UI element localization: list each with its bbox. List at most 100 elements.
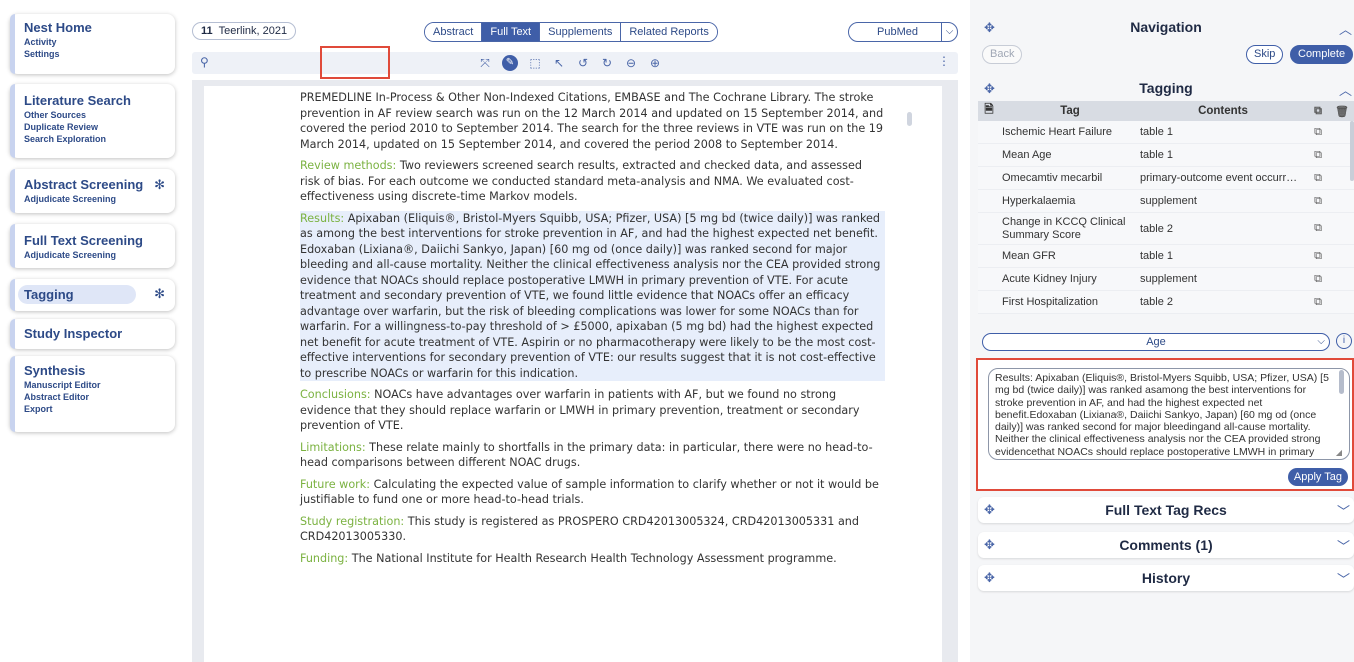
gear-icon[interactable]: ✻ (154, 286, 165, 302)
pointer-icon[interactable]: ↖ (552, 56, 566, 70)
table-row[interactable]: First Hospitalization table 2 ⧉ (978, 291, 1354, 314)
search-icon[interactable]: ⚲ (200, 55, 209, 69)
copy-icon[interactable]: ⧉ (1306, 273, 1330, 286)
copy-icon[interactable]: ⧉ (1306, 105, 1330, 118)
copy-icon[interactable]: ⧉ (1306, 149, 1330, 162)
nav-nest-home[interactable]: Nest Home (24, 19, 167, 36)
paragraph-conclusions: Conclusions: NOACs have advantages over … (300, 387, 885, 434)
nav-other-sources[interactable]: Other Sources (24, 109, 167, 121)
nav-study-inspector[interactable]: Study Inspector (24, 325, 167, 342)
nav-tagging[interactable]: Tagging (18, 285, 136, 304)
nav-manuscript-editor[interactable]: Manuscript Editor (24, 379, 167, 391)
heading-results: Results: (300, 211, 345, 225)
document-header: 11 Teerlink, 2021 Abstract Full Text Sup… (188, 22, 964, 42)
tab-abstract[interactable]: Abstract (425, 23, 483, 41)
resize-handle-icon[interactable]: ◢ (1336, 448, 1342, 457)
nav-abstract-screening[interactable]: Abstract Screening (24, 176, 167, 193)
tab-related-reports[interactable]: Related Reports (621, 23, 717, 41)
pdf-toolbar: ⚲ ⤧ ✎ ⬚ ↖ ↺ ↻ ⊖ ⊕ ⋮ (192, 52, 958, 74)
nav-export[interactable]: Export (24, 403, 167, 415)
table-row[interactable]: Mean GFR table 1 ⧉ (978, 245, 1354, 268)
page-scrollbar[interactable] (907, 112, 912, 126)
copy-icon[interactable]: ⧉ (1306, 126, 1330, 139)
paragraph-review-methods: Review methods: Two reviewers screened s… (300, 158, 885, 205)
row-tag: First Hospitalization (1002, 295, 1098, 308)
copy-icon[interactable]: ⧉ (1306, 250, 1330, 263)
navigation-title: Navigation (1130, 19, 1202, 35)
chevron-up-icon[interactable]: ︿ (1339, 80, 1352, 99)
nav-synthesis[interactable]: Synthesis (24, 362, 167, 379)
table-row[interactable]: Omecamtiv mecarbil primary-outcome event… (978, 167, 1354, 190)
tag-content-textarea[interactable]: Results: Apixaban (Eliquis®, Bristol-Mye… (988, 368, 1350, 460)
copy-icon[interactable]: ⧉ (1306, 222, 1330, 235)
skip-button[interactable]: Skip (1246, 45, 1284, 64)
table-row[interactable]: Acute Kidney Injury supplement ⧉ (978, 268, 1354, 291)
nav-card-full-text-screening: Full Text Screening Adjudicate Screening (10, 224, 175, 268)
nav-search-exploration[interactable]: Search Exploration (24, 133, 167, 145)
chevron-up-icon[interactable]: ︿ (1339, 19, 1352, 38)
gear-icon[interactable]: ✻ (154, 177, 165, 193)
nav-literature-search[interactable]: Literature Search (24, 92, 167, 109)
pdf-page: PREMEDLINE In-Process & Other Non-Indexe… (204, 86, 942, 662)
zoom-in-icon[interactable]: ⊕ (648, 56, 662, 70)
heading-review-methods: Review methods: (300, 159, 397, 172)
chevron-down-icon[interactable]: ﹀ (1337, 569, 1350, 588)
area-select-icon[interactable]: ⬚ (528, 56, 542, 70)
full-text-tag-recs-title: Full Text Tag Recs (1105, 502, 1227, 518)
tab-full-text[interactable]: Full Text (482, 23, 541, 41)
navigation-header[interactable]: ✥ Navigation ︿ (978, 17, 1354, 39)
table-row[interactable]: Ischemic Heart Failure table 1 ⧉ (978, 121, 1354, 144)
tag-table-header: 🗎 Tag Contents ⧉ 🗑 (978, 101, 1354, 121)
pdf-canvas: PREMEDLINE In-Process & Other Non-Indexe… (192, 80, 958, 662)
back-button[interactable]: Back (982, 45, 1023, 64)
textarea-scrollbar[interactable] (1339, 370, 1344, 394)
more-icon[interactable]: ⋮ (938, 54, 950, 68)
tagging-title: Tagging (1139, 80, 1193, 96)
nav-adjudicate-screening-abstract[interactable]: Adjudicate Screening (24, 193, 167, 205)
tag-input-area: Results: Apixaban (Eliquis®, Bristol-Mye… (976, 358, 1354, 491)
tagging-header[interactable]: ✥ Tagging ︿ (978, 78, 1354, 100)
copy-icon[interactable]: ⧉ (1306, 195, 1330, 208)
copy-icon[interactable]: ⧉ (1306, 172, 1330, 185)
table-row[interactable]: Mean Age table 1 ⧉ (978, 144, 1354, 167)
paragraph-funding: Funding: The National Institute for Heal… (300, 551, 885, 567)
trash-icon[interactable]: 🗑 (1330, 105, 1354, 118)
info-icon[interactable]: i (1336, 333, 1352, 349)
table-row[interactable]: Hyperkalaemia supplement ⧉ (978, 190, 1354, 213)
nav-full-text-screening[interactable]: Full Text Screening (24, 232, 167, 249)
col-tag: Tag (1060, 104, 1080, 117)
highlight-tool-icon[interactable]: ✎ (502, 55, 518, 71)
annotation-highlight-box (320, 46, 390, 79)
fit-icon[interactable]: ⤧ (478, 56, 492, 71)
nav-adjudicate-screening-fulltext[interactable]: Adjudicate Screening (24, 249, 167, 261)
table-scrollbar[interactable] (1350, 121, 1354, 181)
row-tag: Ischemic Heart Failure (1002, 125, 1113, 138)
tag-select-value: Age (1146, 336, 1166, 348)
rotate-right-icon[interactable]: ↻ (600, 56, 614, 70)
history-section[interactable]: ✥ History ﹀ (978, 565, 1354, 591)
rotate-left-icon[interactable]: ↺ (576, 56, 590, 70)
tag-select[interactable]: Age ⌵ (982, 333, 1330, 351)
zoom-out-icon[interactable]: ⊖ (624, 56, 638, 70)
nav-activity[interactable]: Activity (24, 36, 167, 48)
chevron-down-icon[interactable]: ﹀ (1337, 536, 1350, 555)
row-contents: table 2 (1140, 296, 1174, 308)
full-text-tag-recs-section[interactable]: ✥ Full Text Tag Recs ﹀ (978, 497, 1354, 523)
nav-settings[interactable]: Settings (24, 48, 167, 60)
nav-duplicate-review[interactable]: Duplicate Review (24, 121, 167, 133)
comments-section[interactable]: ✥ Comments (1) ﹀ (978, 532, 1354, 558)
copy-icon[interactable]: ⧉ (1306, 296, 1330, 309)
row-contents: supplement (1140, 273, 1197, 285)
table-row[interactable]: Change in KCCQ Clinical Summary Score ta… (978, 213, 1354, 245)
paragraph-results-highlighted[interactable]: Results: Apixaban (Eliquis®, Bristol-Mye… (300, 210, 885, 381)
source-select[interactable]: PubMed ⌵ (848, 22, 958, 42)
complete-button[interactable]: Complete (1290, 45, 1354, 64)
text-limitations: These relate mainly to shortfalls in the… (300, 440, 873, 470)
document-icon: 🗎 (984, 103, 994, 116)
chevron-down-icon[interactable]: ﹀ (1337, 501, 1350, 520)
apply-tag-button[interactable]: Apply Tag (1287, 468, 1348, 486)
left-sidebar: Nest Home Activity Settings Literature S… (0, 0, 186, 662)
study-number: 11 (201, 25, 213, 37)
tab-supplements[interactable]: Supplements (540, 23, 622, 41)
nav-abstract-editor[interactable]: Abstract Editor (24, 391, 167, 403)
